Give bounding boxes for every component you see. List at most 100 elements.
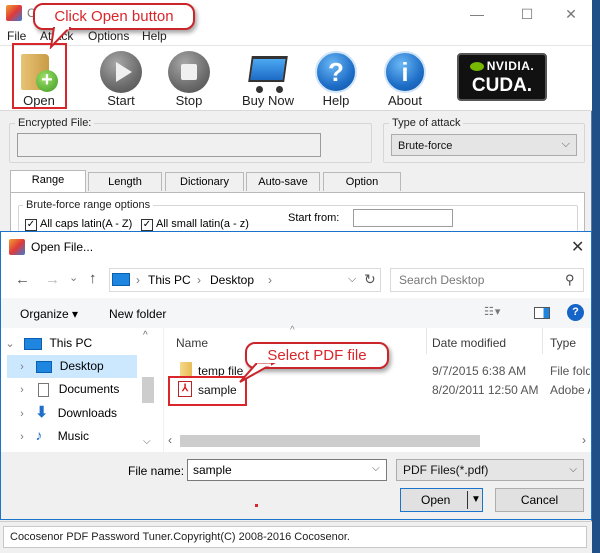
open-callout-tail — [49, 27, 72, 49]
new-folder-button[interactable]: New folder — [109, 307, 166, 321]
breadcrumb-desktop[interactable]: Desktop — [210, 273, 254, 287]
stop-button[interactable]: Stop — [164, 48, 214, 110]
breadcrumb-sep-icon: › — [197, 273, 201, 287]
shopping-cart-icon — [248, 56, 288, 82]
tab-option[interactable]: Option — [323, 172, 401, 191]
play-icon — [100, 51, 142, 93]
buy-now-label: Buy Now — [241, 93, 295, 108]
file-name-label: File name: — [128, 464, 185, 478]
menu-help[interactable]: Help — [142, 29, 167, 43]
up-button[interactable]: ↑ — [89, 270, 97, 287]
tab-auto-save[interactable]: Auto-save — [246, 172, 320, 191]
file-name-input[interactable]: sample ⌵ — [187, 459, 387, 481]
expand-icon: › — [20, 361, 24, 373]
file-date: 9/7/2015 6:38 AM — [432, 364, 527, 378]
select-callout-tail — [239, 363, 276, 383]
dialog-title: Open File... — [31, 240, 94, 254]
open-file-dialog: Open File... ✕ ← → ⌄ ↑ › This PC › Deskt… — [0, 231, 592, 520]
breadcrumb-sep-icon: › — [136, 273, 140, 287]
horizontal-scrollbar[interactable]: ‹ › — [164, 432, 591, 450]
address-dropdown-icon[interactable]: ⌵ — [348, 273, 356, 286]
file-date: 8/20/2011 12:50 AM — [432, 383, 539, 397]
expand-icon: › — [20, 408, 24, 420]
encrypted-file-label: Encrypted File: — [15, 117, 95, 129]
cancel-button[interactable]: Cancel — [495, 488, 584, 512]
tab-dictionary[interactable]: Dictionary — [165, 172, 244, 191]
organize-button[interactable]: Organize ▾ — [20, 307, 78, 321]
nav-scrollbar[interactable]: ^ ⌵ — [141, 328, 155, 452]
marker-dot — [255, 504, 258, 507]
about-label: About — [388, 93, 422, 108]
dialog-command-bar: Organize ▾ New folder ☷ ▾ ? — [1, 298, 591, 328]
music-icon: ♪ — [35, 427, 43, 443]
help-icon[interactable]: ? — [567, 304, 584, 321]
nvidia-eye-icon — [469, 62, 484, 72]
downloads-icon: ⬇ — [35, 404, 48, 421]
split-dropdown-icon[interactable]: ▼ — [471, 489, 481, 511]
start-label: Start — [107, 93, 135, 108]
start-from-input[interactable] — [353, 209, 453, 227]
file-type-filter-select[interactable]: PDF Files(*.pdf) ⌵ — [396, 459, 584, 481]
back-button[interactable]: ← — [15, 271, 30, 288]
app-logo-icon — [6, 5, 22, 21]
menu-options[interactable]: Options — [88, 29, 129, 43]
open-callout: Click Open button — [33, 3, 195, 30]
expand-icon: ⌄ — [5, 338, 15, 350]
column-date-modified[interactable]: Date modified — [432, 336, 506, 350]
start-button[interactable]: Start — [96, 48, 146, 110]
tab-range[interactable]: Range — [10, 170, 86, 192]
breadcrumb-this-pc[interactable]: This PC — [148, 273, 191, 287]
tab-length[interactable]: Length — [88, 172, 162, 191]
nav-item-this-pc[interactable]: ⌄ This PC — [3, 332, 133, 355]
breadcrumb-sep-icon: › — [268, 273, 272, 287]
refresh-button[interactable]: ↻ — [364, 271, 376, 288]
start-from-label: Start from: — [288, 212, 340, 224]
help-label: Help — [322, 93, 350, 108]
encrypted-file-input[interactable] — [17, 133, 321, 157]
stop-icon — [168, 51, 210, 93]
range-options-label: Brute-force range options — [23, 199, 154, 211]
stop-label: Stop — [175, 93, 203, 108]
menu-file[interactable]: File — [7, 29, 26, 43]
nav-item-music[interactable]: › ♪ Music — [7, 424, 137, 447]
recent-locations-button[interactable]: ⌄ — [69, 271, 78, 284]
view-options-icon[interactable]: ☷ ▾ — [484, 305, 500, 318]
small-latin-checkbox[interactable]: ✓ — [141, 219, 153, 231]
close-button[interactable]: ✕ — [556, 4, 586, 24]
expand-icon: › — [20, 431, 24, 443]
expand-icon: › — [20, 384, 24, 396]
desktop-icon — [36, 360, 53, 373]
dialog-title-bar: Open File... ✕ — [1, 232, 591, 262]
column-name[interactable]: Name — [176, 336, 208, 350]
status-text: Cocosenor PDF Password Tuner.Copyright(C… — [3, 526, 587, 548]
column-type[interactable]: Type — [550, 336, 576, 350]
preview-pane-icon[interactable] — [534, 307, 550, 319]
open-dialog-button[interactable]: Open ▼ — [400, 488, 483, 512]
navigation-pane: ⌄ This PC › Desktop › Documents › ⬇ Down… — [1, 328, 163, 452]
question-icon: ? — [315, 51, 357, 93]
search-icon[interactable]: ⚲ — [565, 272, 575, 288]
sort-ascending-icon: ^ — [290, 325, 295, 336]
caps-latin-label: All caps latin(A - Z) — [40, 218, 133, 230]
nav-item-desktop[interactable]: › Desktop — [7, 355, 137, 378]
open-button-highlight — [12, 43, 67, 109]
attack-type-select[interactable]: Brute-force ⌵ — [391, 134, 577, 156]
status-bar: Cocosenor PDF Password Tuner.Copyright(C… — [0, 521, 592, 553]
nav-item-downloads[interactable]: › ⬇ Downloads — [7, 401, 137, 424]
minimize-button[interactable]: — — [462, 4, 492, 24]
computer-icon — [24, 337, 43, 350]
forward-button[interactable]: → — [45, 271, 60, 288]
address-bar[interactable]: › This PC › Desktop › ⌵ ↻ — [109, 268, 381, 292]
maximize-button[interactable]: ☐ — [512, 4, 542, 24]
search-input[interactable]: Search Desktop ⚲ — [390, 268, 584, 292]
toolbar: + Open Start Stop Buy Now ? Help i About… — [0, 45, 592, 111]
about-button[interactable]: i About — [381, 48, 429, 110]
caps-latin-checkbox[interactable]: ✓ — [25, 219, 37, 231]
help-button[interactable]: ? Help — [312, 48, 360, 110]
nav-item-documents[interactable]: › Documents — [7, 378, 137, 401]
search-placeholder: Search Desktop — [399, 273, 485, 287]
dialog-close-button[interactable]: ✕ — [571, 237, 584, 257]
chevron-down-icon[interactable]: ⌵ — [372, 463, 380, 474]
buy-now-button[interactable]: Buy Now — [238, 48, 298, 110]
computer-icon — [112, 273, 130, 286]
